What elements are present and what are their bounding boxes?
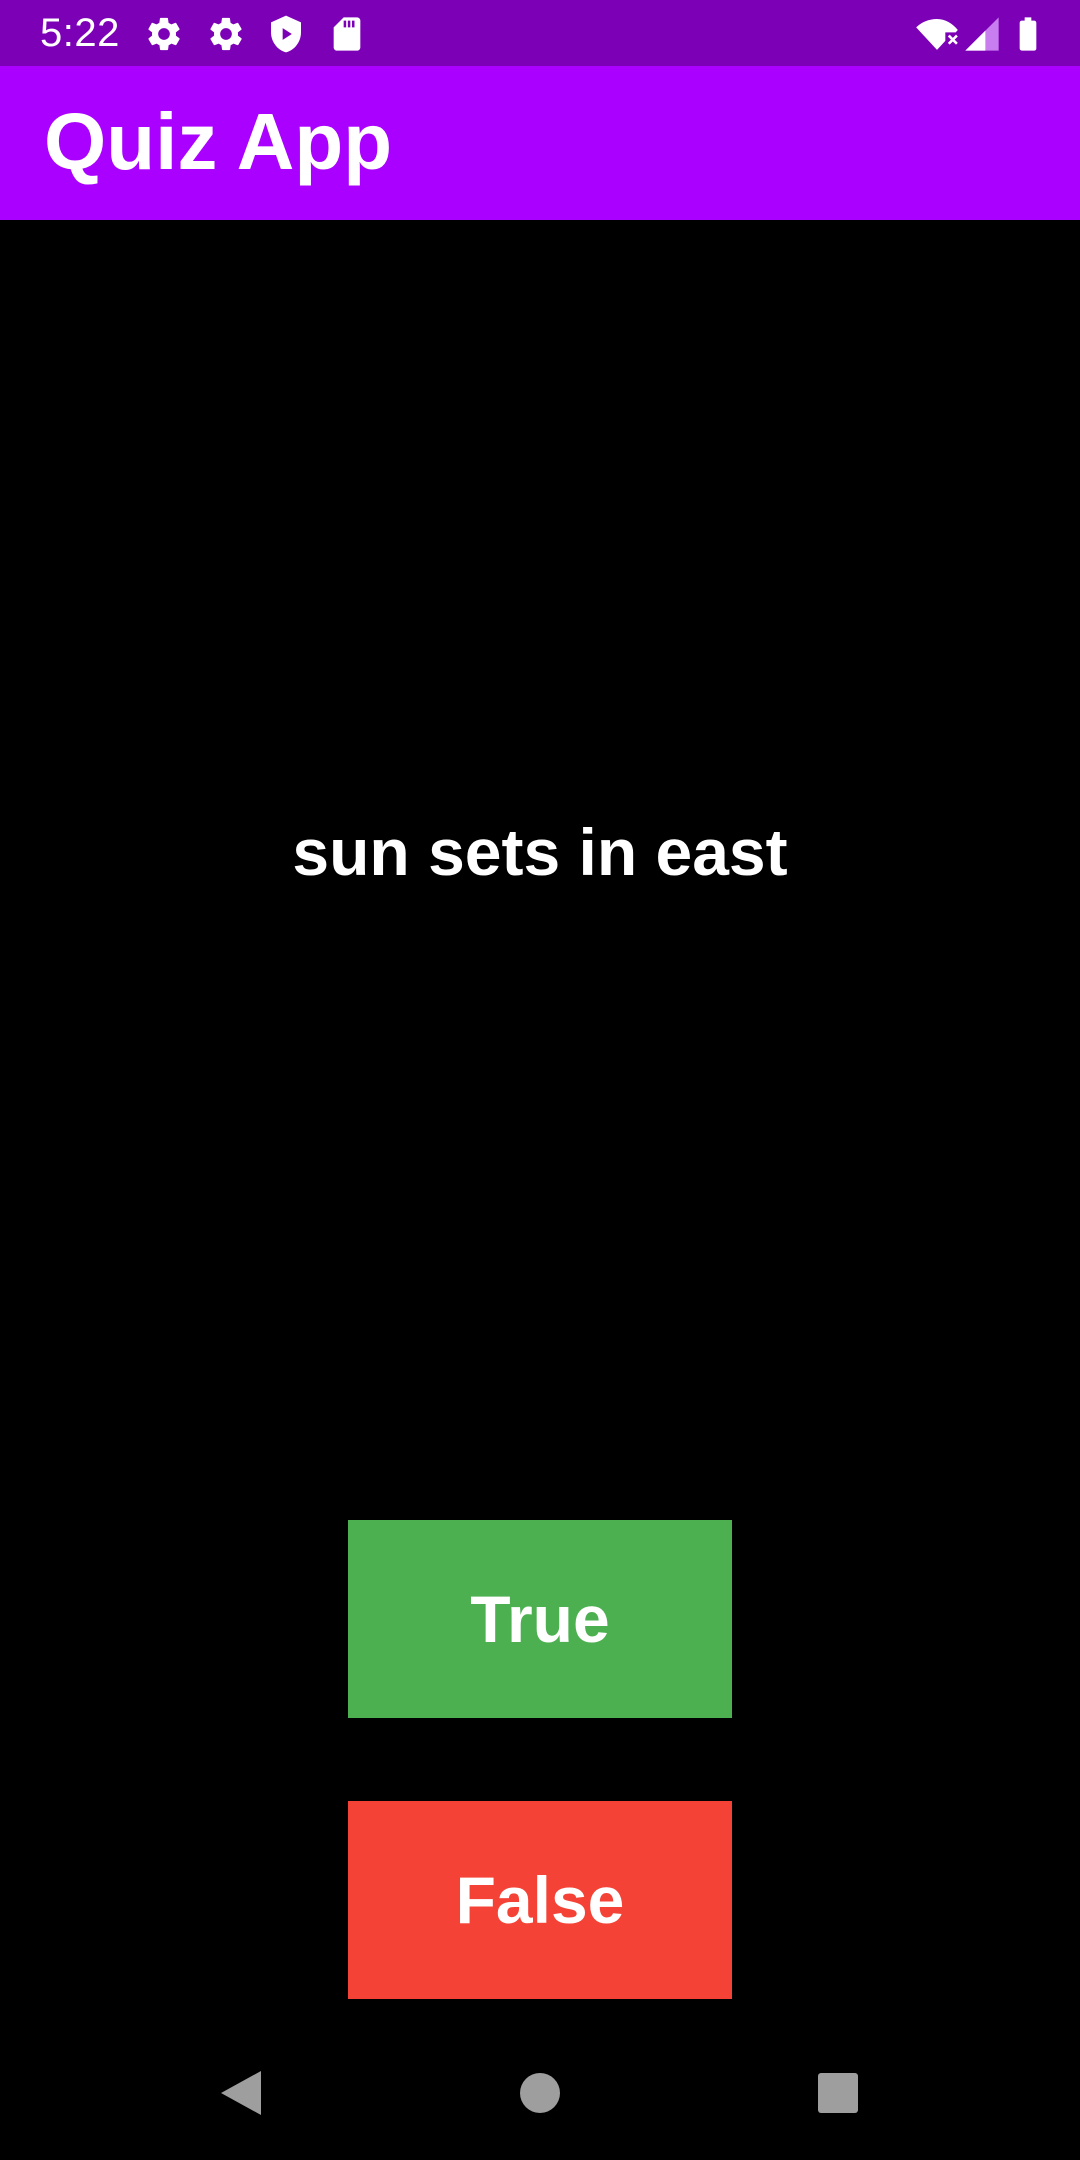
recents-button[interactable] <box>793 2048 883 2138</box>
settings-icon <box>144 14 184 54</box>
home-button[interactable] <box>495 2048 585 2138</box>
true-button[interactable]: True <box>348 1520 732 1718</box>
false-button-label: False <box>455 1863 625 1937</box>
signal-icon <box>962 14 1002 54</box>
false-button[interactable]: False <box>348 1801 732 1999</box>
app-bar: Quiz App <box>0 66 1080 220</box>
battery-icon <box>1008 14 1048 54</box>
play-protect-icon <box>266 14 306 54</box>
wifi-off-icon <box>914 14 960 54</box>
status-bar: 5:22 <box>0 0 1080 66</box>
recents-icon <box>817 2072 859 2114</box>
settings-icon <box>206 14 246 54</box>
back-button[interactable] <box>196 2048 286 2138</box>
sd-card-icon <box>327 14 367 54</box>
true-button-label: True <box>470 1582 610 1656</box>
back-icon <box>219 2069 263 2117</box>
navigation-bar <box>0 2026 1080 2160</box>
quiz-screen: 5:22 Quiz App sun sets in east True Fals… <box>0 0 1080 2160</box>
status-time: 5:22 <box>40 11 120 55</box>
question-text: sun sets in east <box>292 815 788 889</box>
home-icon <box>519 2072 561 2114</box>
app-title: Quiz App <box>44 97 393 186</box>
